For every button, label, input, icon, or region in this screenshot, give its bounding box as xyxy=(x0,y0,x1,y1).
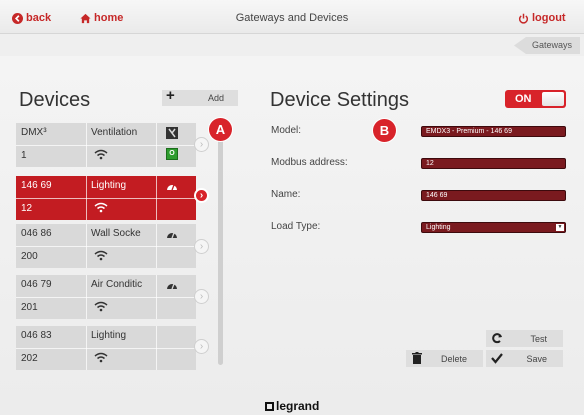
device-code: 046 79 xyxy=(21,279,52,290)
wifi-icon xyxy=(94,149,108,160)
wifi-icon xyxy=(94,352,108,363)
device-card-1[interactable]: DMX³ Ventilation 1 O xyxy=(16,123,196,167)
checkmark-icon xyxy=(491,353,503,364)
device-type: Ventilation xyxy=(91,127,138,138)
status-badge: O xyxy=(166,148,178,160)
chevron-right-icon[interactable]: › xyxy=(194,289,209,304)
page-title: Gateways and Devices xyxy=(235,12,349,24)
delete-label: Delete xyxy=(440,354,467,364)
card-divider xyxy=(86,224,87,268)
wifi-icon xyxy=(94,301,108,312)
device-address: 12 xyxy=(21,203,33,214)
load-type-label: Load Type: xyxy=(271,221,321,232)
modbus-address-label: Modbus address: xyxy=(271,157,348,168)
save-button[interactable]: Save xyxy=(486,350,563,367)
device-type: Lighting xyxy=(91,180,127,191)
chevron-right-icon[interactable]: › xyxy=(194,339,209,354)
device-card-4[interactable]: 046 79 Air Conditic 201 xyxy=(16,275,196,319)
card-divider xyxy=(86,176,87,220)
card-divider xyxy=(16,198,196,199)
breadcrumb-bar xyxy=(0,34,584,56)
chevron-right-icon[interactable]: › xyxy=(194,137,209,152)
card-divider xyxy=(156,123,157,167)
model-label: Model: xyxy=(271,125,302,136)
card-divider xyxy=(156,326,157,370)
card-divider xyxy=(156,176,157,220)
device-card-2[interactable]: 146 69 Lighting 12 xyxy=(16,176,196,220)
card-divider xyxy=(156,275,157,319)
device-code: 146 69 xyxy=(21,180,52,191)
on-off-toggle[interactable]: ON xyxy=(505,90,566,108)
devices-heading: Devices xyxy=(19,89,91,111)
add-label: Add xyxy=(207,93,224,103)
chevron-down-icon: ▼ xyxy=(556,224,564,231)
device-address: 202 xyxy=(21,353,38,364)
chevron-right-icon[interactable]: › xyxy=(194,188,209,203)
device-card-5[interactable]: 046 83 Lighting 202 xyxy=(16,326,196,370)
logout-label: logout xyxy=(532,12,566,24)
delete-button[interactable]: Delete xyxy=(406,350,483,367)
device-address: 1 xyxy=(21,150,27,161)
legrand-logo: legrand xyxy=(265,399,319,413)
card-divider xyxy=(16,297,196,298)
plus-icon: + xyxy=(166,87,175,104)
device-card-3[interactable]: 046 86 Wall Socke 200 xyxy=(16,224,196,268)
save-label: Save xyxy=(526,354,547,364)
device-settings-heading: Device Settings xyxy=(270,89,409,111)
wifi-icon xyxy=(94,250,108,261)
chevron-right-icon[interactable]: › xyxy=(194,239,209,254)
device-code: 046 86 xyxy=(21,228,52,239)
card-divider xyxy=(86,326,87,370)
device-address: 200 xyxy=(21,251,38,262)
model-field: EMDX3 - Premium - 146 69 xyxy=(421,126,566,137)
breadcrumb-gateways[interactable]: Gateways xyxy=(513,37,580,54)
toggle-knob xyxy=(542,92,564,106)
card-divider xyxy=(16,246,196,247)
gauge-icon xyxy=(167,232,177,239)
logo-text: legrand xyxy=(276,399,320,413)
card-divider xyxy=(16,348,196,349)
device-type: Air Conditic xyxy=(91,279,143,290)
device-type: Lighting xyxy=(91,330,127,341)
logo-mark xyxy=(265,401,274,411)
card-divider xyxy=(156,224,157,268)
device-code: 046 83 xyxy=(21,330,52,341)
load-type-value: Lighting xyxy=(426,224,451,231)
gauge-icon xyxy=(167,184,177,191)
marker-b: B xyxy=(373,119,396,142)
trash-icon xyxy=(412,352,422,364)
wifi-icon xyxy=(94,202,108,213)
card-divider xyxy=(16,145,196,146)
name-field[interactable]: 146 69 xyxy=(421,190,566,201)
load-type-select[interactable]: Lighting ▼ xyxy=(421,222,566,233)
logout-link[interactable]: logout xyxy=(518,12,566,24)
test-button[interactable]: Test xyxy=(486,330,563,347)
name-label: Name: xyxy=(271,189,301,200)
card-divider xyxy=(86,275,87,319)
device-address: 201 xyxy=(21,302,38,313)
device-list-scrollbar[interactable] xyxy=(218,127,223,365)
add-device-button[interactable]: + Add xyxy=(162,87,238,106)
modbus-address-field[interactable]: 12 xyxy=(421,158,566,169)
ventilation-icon xyxy=(166,127,178,139)
card-divider xyxy=(86,123,87,167)
power-icon xyxy=(518,13,529,24)
device-code: DMX³ xyxy=(21,127,47,138)
device-type: Wall Socke xyxy=(91,228,141,239)
gauge-icon xyxy=(167,283,177,290)
marker-a: A xyxy=(209,118,232,141)
toggle-label: ON xyxy=(515,93,532,105)
test-label: Test xyxy=(530,334,547,344)
refresh-icon xyxy=(492,333,502,344)
